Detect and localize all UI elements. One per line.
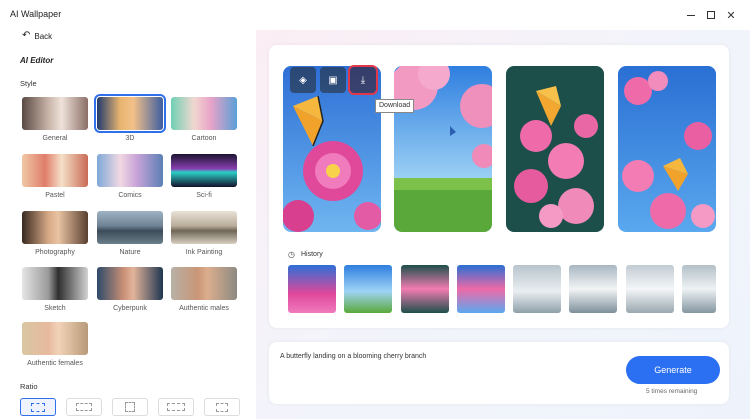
ratio-option[interactable] xyxy=(20,398,56,416)
style-thumbnail xyxy=(97,267,163,300)
minimize-button[interactable] xyxy=(682,6,700,24)
style-thumbnail xyxy=(22,211,88,244)
clock-icon: ◷ xyxy=(288,250,295,259)
style-name: Photography xyxy=(35,249,75,256)
generated-image-art xyxy=(506,66,604,232)
style-name: Nature xyxy=(119,249,141,256)
close-button[interactable]: ✕ xyxy=(722,6,740,24)
style-item-cyberpunk[interactable]: Cyberpunk xyxy=(97,267,163,312)
generated-image[interactable] xyxy=(394,66,492,232)
preview-icon: ▣ xyxy=(328,74,338,86)
style-thumbnail xyxy=(171,154,237,187)
style-name: Authentic females xyxy=(27,360,83,367)
ratio-options xyxy=(20,398,240,416)
ratio-shape-icon xyxy=(216,402,228,412)
history-thumbnail[interactable] xyxy=(457,265,505,313)
style-item-authentic-females[interactable]: Authentic females xyxy=(22,322,88,367)
style-section-label: Style xyxy=(20,79,37,88)
style-thumbnail xyxy=(22,267,88,300)
history-thumbnail[interactable] xyxy=(626,265,674,313)
style-name: Pastel xyxy=(45,192,65,199)
style-item-nature[interactable]: Nature xyxy=(97,211,163,256)
download-tooltip: Download xyxy=(375,99,415,113)
style-item-cartoon[interactable]: Cartoon xyxy=(171,97,237,142)
maximize-icon xyxy=(707,11,715,19)
diamond-icon: ◈ xyxy=(299,74,307,86)
ratio-shape-icon xyxy=(167,403,185,411)
style-item-3d[interactable]: 3D xyxy=(94,94,166,142)
ratio-option[interactable] xyxy=(66,398,102,416)
style-thumbnail xyxy=(94,94,166,133)
style-item-pastel[interactable]: Pastel xyxy=(22,154,88,199)
generated-image[interactable] xyxy=(506,66,604,232)
style-item-comics[interactable]: Comics xyxy=(97,154,163,199)
history-thumbnail[interactable] xyxy=(513,265,561,313)
style-name: Ink Painting xyxy=(185,249,223,256)
maximize-button[interactable] xyxy=(702,6,720,24)
style-item-photography[interactable]: Photography xyxy=(22,211,88,256)
editor-title: AI Editor xyxy=(20,56,54,65)
window-title: AI Wallpaper xyxy=(10,9,62,19)
preview-button[interactable]: ▣ xyxy=(320,67,346,93)
style-name: Sci-fi xyxy=(196,192,212,199)
history-label: History xyxy=(301,251,323,258)
style-thumbnail xyxy=(22,322,88,355)
style-thumbnail xyxy=(171,267,237,300)
history-thumbnail[interactable] xyxy=(288,265,336,313)
generated-image[interactable] xyxy=(618,66,716,232)
style-name: Comics xyxy=(118,192,142,199)
generate-button[interactable]: Generate xyxy=(626,356,720,384)
style-item-ink-painting[interactable]: Ink Painting xyxy=(171,211,237,256)
history-thumbnail[interactable] xyxy=(682,265,716,313)
style-thumbnail xyxy=(22,97,88,130)
back-button[interactable]: ↶ Back xyxy=(22,29,52,43)
style-name: Cyberpunk xyxy=(113,305,147,312)
style-item-sketch[interactable]: Sketch xyxy=(22,267,88,312)
style-thumbnail xyxy=(171,97,237,130)
style-item-general[interactable]: General xyxy=(22,97,88,142)
app-window: AI Wallpaper ✕ ↶ Back AI Editor Style Ge… xyxy=(0,0,750,419)
title-bar: AI Wallpaper ✕ xyxy=(0,0,750,30)
close-icon: ✕ xyxy=(726,9,736,22)
back-label: Back xyxy=(34,31,53,41)
style-item-sci-fi[interactable]: Sci-fi xyxy=(171,154,237,199)
back-arrow-icon: ↶ xyxy=(22,30,31,41)
ratio-shape-icon xyxy=(31,402,45,412)
style-name: Cartoon xyxy=(191,135,217,142)
download-button[interactable]: ⤓ xyxy=(348,65,378,95)
history-thumbnail[interactable] xyxy=(569,265,617,313)
style-name: Authentic males xyxy=(179,305,229,312)
history-thumbnail[interactable] xyxy=(401,265,449,313)
prompt-input[interactable]: A butterfly landing on a blooming cherry… xyxy=(280,353,426,360)
ratio-section-label: Ratio xyxy=(20,382,38,391)
remaining-count: 5 times remaining xyxy=(646,388,698,395)
style-thumbnail xyxy=(97,154,163,187)
download-icon: ⤓ xyxy=(360,74,366,86)
style-name: 3D xyxy=(125,135,135,142)
ratio-option[interactable] xyxy=(158,398,194,416)
ratio-option[interactable] xyxy=(112,398,148,416)
ratio-shape-icon xyxy=(125,402,135,412)
style-thumbnail xyxy=(171,211,237,244)
style-name: Sketch xyxy=(44,305,66,312)
image-toolbar: ◈ ▣ ⤓ xyxy=(290,65,378,95)
style-name: General xyxy=(42,135,68,142)
history-thumbnail[interactable] xyxy=(344,265,392,313)
ratio-option[interactable] xyxy=(204,398,240,416)
ratio-shape-icon xyxy=(76,403,92,411)
set-wallpaper-button[interactable]: ◈ xyxy=(290,67,316,93)
style-item-authentic-males[interactable]: Authentic males xyxy=(171,267,237,312)
generated-image-art xyxy=(618,66,716,232)
generated-image-art xyxy=(394,66,492,232)
minimize-icon xyxy=(687,14,695,16)
style-thumbnail xyxy=(97,211,163,244)
style-thumbnail xyxy=(22,154,88,187)
